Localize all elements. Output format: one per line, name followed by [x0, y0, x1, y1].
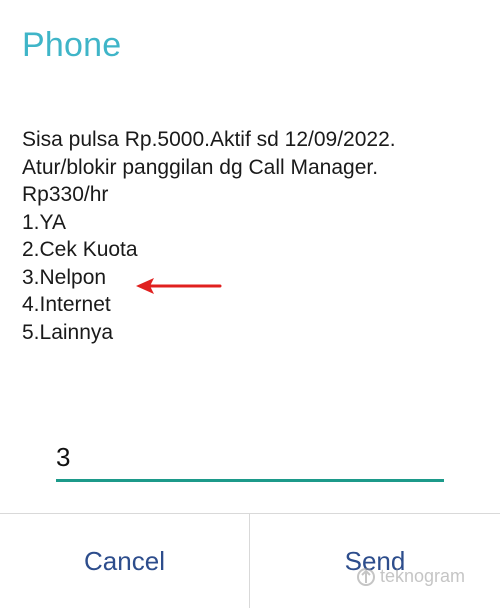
input-underline — [56, 479, 444, 482]
cancel-button[interactable]: Cancel — [0, 514, 249, 608]
watermark-text: teknogram — [380, 566, 466, 586]
menu-option-ya: 1.YA — [22, 210, 66, 234]
send-button[interactable]: Send — [250, 514, 500, 608]
message-line-balance: Sisa pulsa Rp.5000.Aktif sd 12/09/2022. — [22, 128, 396, 151]
red-arrow-annotation — [136, 278, 222, 294]
dialog-title: Phone — [22, 26, 122, 64]
ussd-reply-field — [56, 436, 444, 482]
ussd-dialog: Phone Sisa pulsa Rp.5000.Aktif sd 12/09/… — [0, 0, 500, 608]
watermark-logo-icon — [357, 567, 375, 586]
menu-option-nelpon: 3.Nelpon — [22, 265, 107, 289]
ussd-reply-input[interactable] — [56, 436, 444, 478]
menu-option-lainnya: 5.Lainnya — [22, 320, 114, 344]
watermark: teknogram — [356, 566, 465, 587]
message-line-price: Rp330/hr — [22, 183, 109, 206]
menu-option-cek-kuota: 2.Cek Kuota — [22, 238, 138, 261]
ussd-message: Sisa pulsa Rp.5000.Aktif sd 12/09/2022. … — [22, 126, 487, 346]
message-line-call-manager: Atur/blokir panggilan dg Call Manager. — [22, 155, 379, 179]
menu-option-internet: 4.Internet — [22, 293, 111, 316]
